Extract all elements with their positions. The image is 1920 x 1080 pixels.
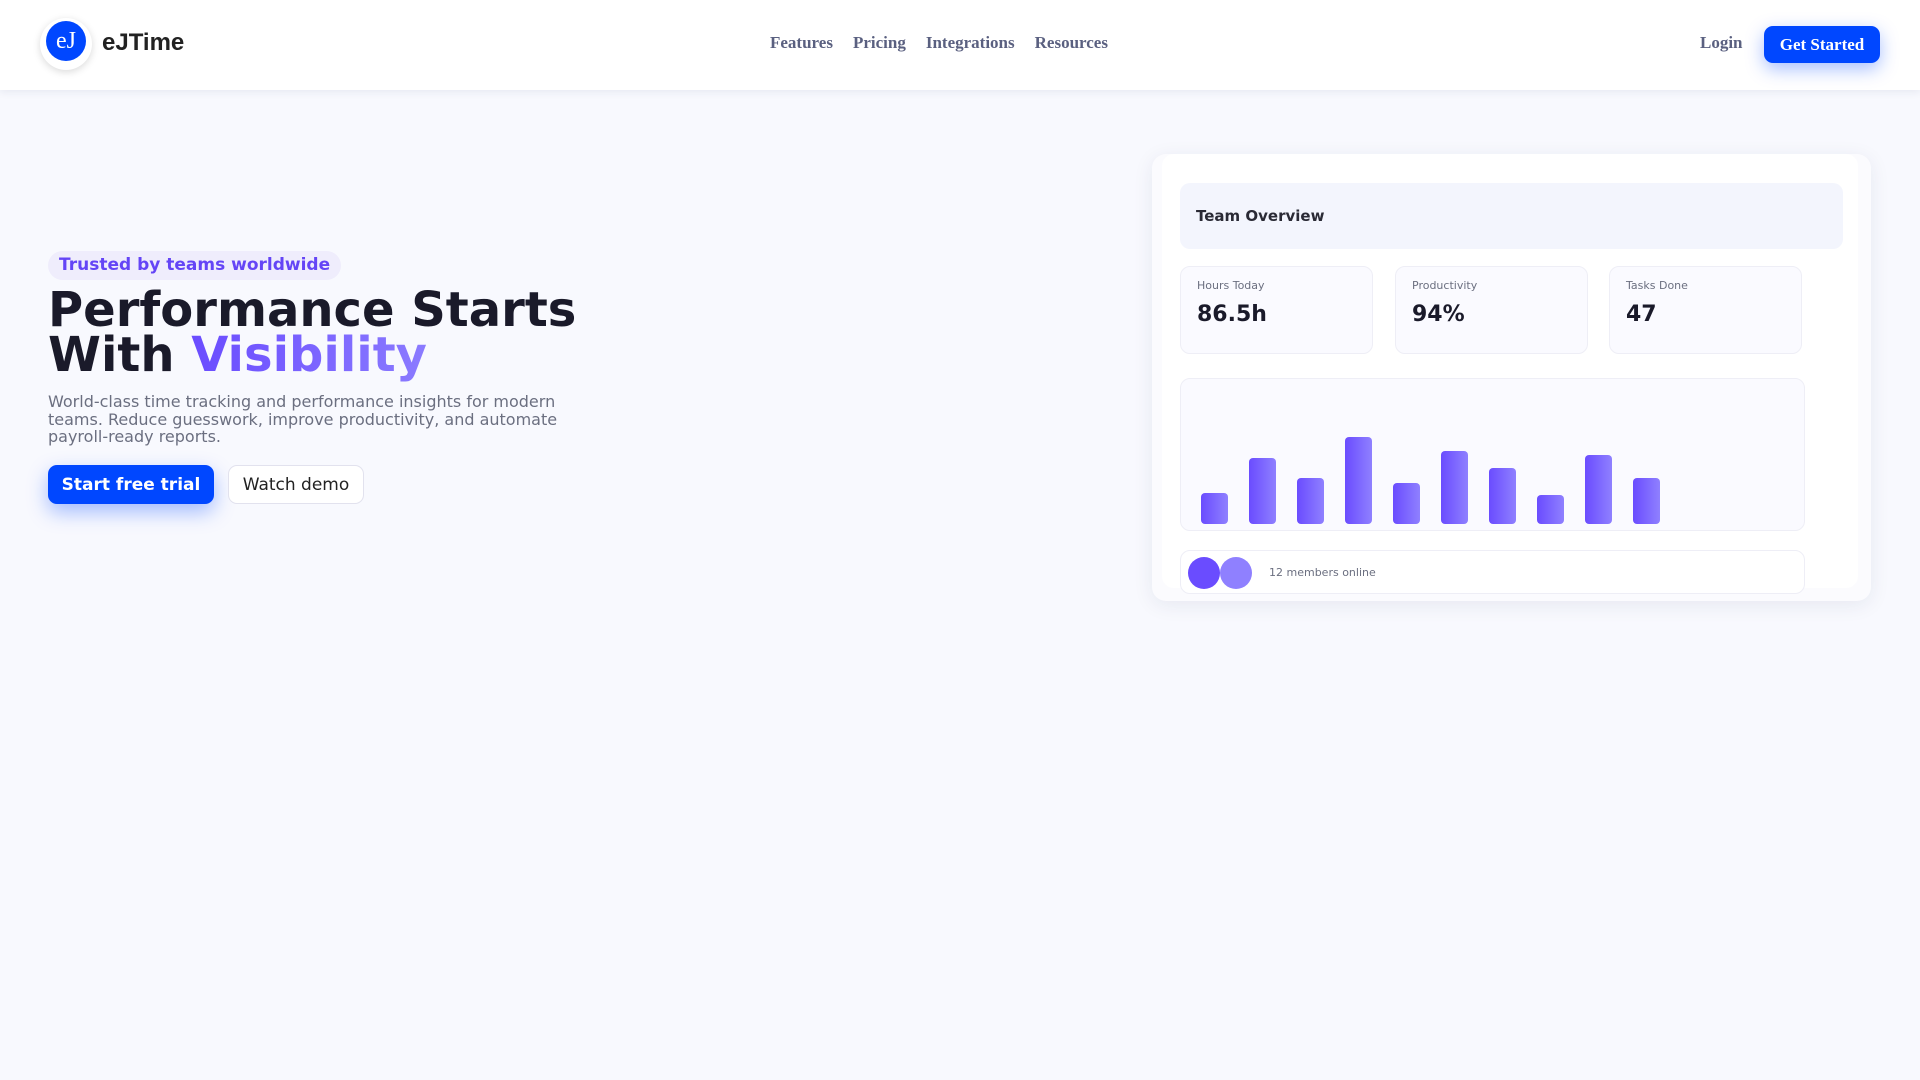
nav-link-pricing[interactable]: Pricing (853, 33, 906, 53)
get-started-button[interactable]: Get Started (1764, 26, 1880, 63)
chart-bar (1297, 478, 1324, 524)
nav-links: Features Pricing Integrations Resources (770, 33, 1108, 53)
team-overview-header: Team Overview (1180, 183, 1843, 249)
start-trial-button[interactable]: Start free trial (48, 465, 214, 504)
chart-bar (1441, 450, 1468, 524)
title-highlight: Visibility (191, 327, 427, 383)
chart-bar (1345, 437, 1372, 524)
stat-value: 47 (1626, 302, 1657, 327)
stat-value: 86.5h (1197, 302, 1267, 327)
top-nav: eJ eJTime Features Pricing Integrations … (0, 0, 1920, 90)
nav-link-features[interactable]: Features (770, 33, 833, 53)
chart-bar (1393, 483, 1420, 524)
login-link[interactable]: Login (1700, 33, 1743, 53)
brand-name[interactable]: eJTime (102, 29, 184, 57)
stat-label: Productivity (1412, 279, 1478, 292)
logo-mark: eJ (46, 21, 86, 61)
member-avatar (1220, 557, 1252, 589)
chart-bar (1537, 495, 1564, 524)
title-with: With (48, 327, 192, 383)
watch-demo-button[interactable]: Watch demo (228, 465, 364, 504)
stat-hours-today: Hours Today 86.5h (1180, 266, 1373, 354)
trust-badge: Trusted by teams worldwide (48, 251, 342, 280)
members-online-text: 12 members online (1269, 566, 1376, 579)
chart-bar (1201, 493, 1228, 524)
stat-productivity: Productivity 94% (1395, 266, 1588, 354)
members-online-row: 12 members online (1180, 550, 1805, 594)
hero-description: World-class time tracking and performanc… (48, 392, 558, 446)
stat-label: Hours Today (1197, 279, 1265, 292)
stat-tasks-done: Tasks Done 47 (1609, 266, 1802, 354)
nav-link-integrations[interactable]: Integrations (926, 33, 1015, 53)
nav-link-resources[interactable]: Resources (1035, 33, 1108, 53)
activity-bar-chart (1180, 378, 1805, 531)
hero-title: Performance Starts With Visibility (48, 286, 576, 379)
logo[interactable]: eJ (40, 18, 92, 70)
member-avatar (1188, 557, 1220, 589)
stat-label: Tasks Done (1626, 279, 1688, 292)
chart-bar (1585, 454, 1612, 524)
chart-bar (1489, 467, 1516, 524)
chart-bar (1249, 457, 1276, 524)
chart-bar (1633, 478, 1660, 524)
stat-value: 94% (1412, 302, 1465, 327)
